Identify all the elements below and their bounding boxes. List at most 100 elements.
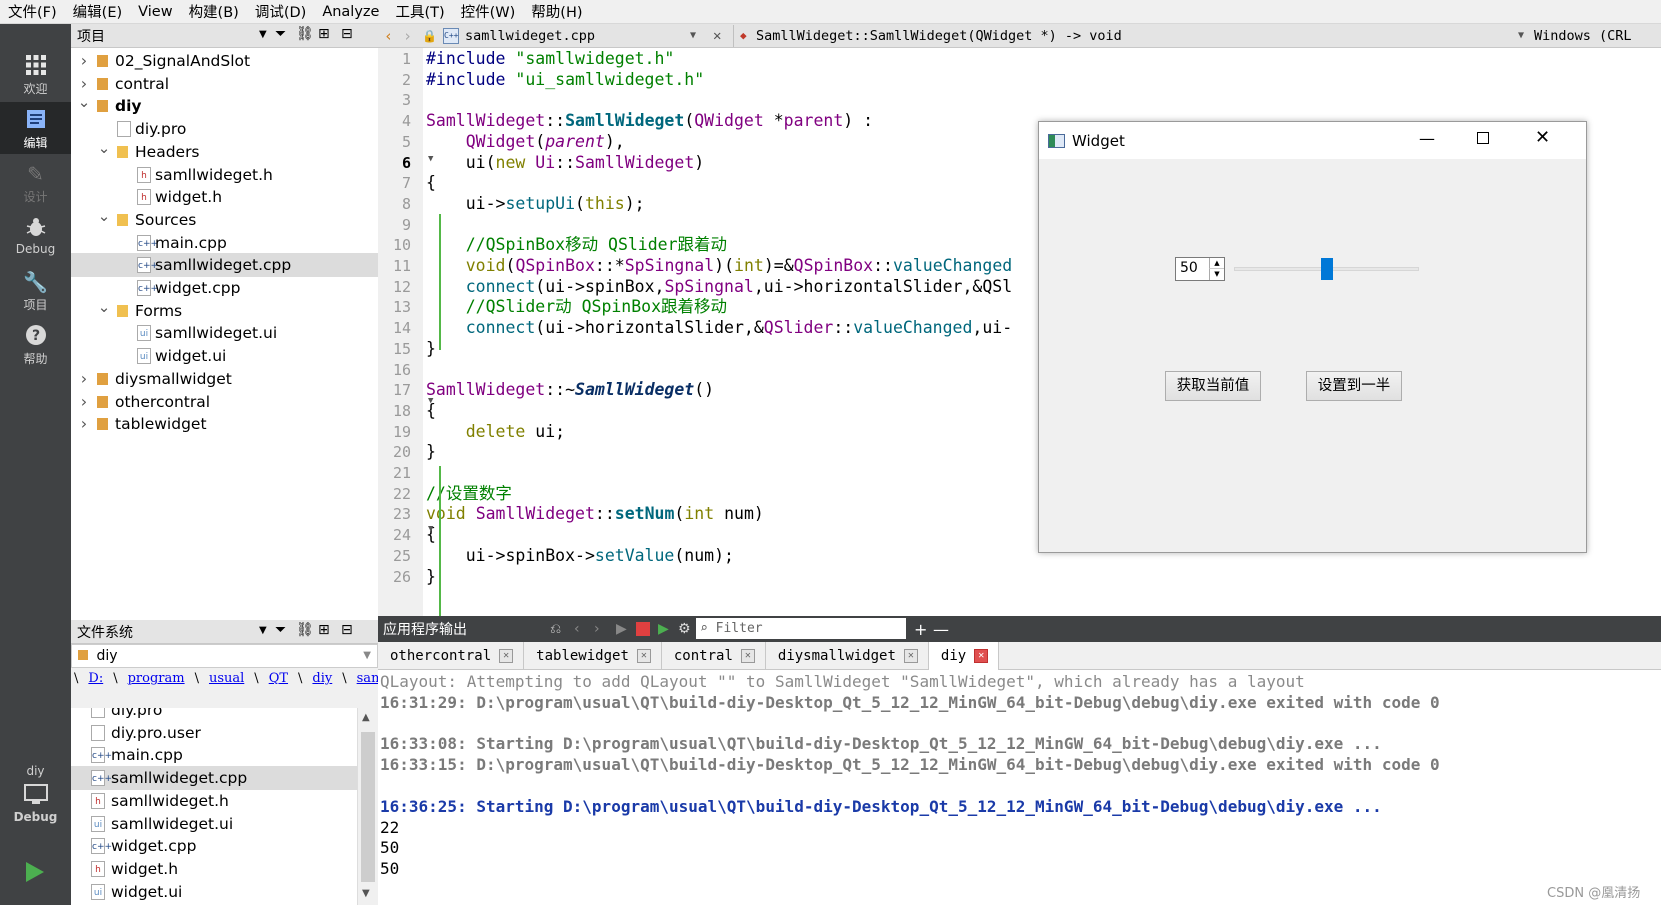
gear-icon[interactable]: ⚙ (678, 621, 691, 637)
close-panel-icon[interactable]: ⊟ (341, 26, 353, 42)
tree-item[interactable]: c++ samllwideget.cpp (71, 253, 378, 278)
fs-file-list[interactable]: diy.pro diy.pro.user c++ main.cpp c++ samllwi… (71, 708, 357, 905)
tree-item[interactable]: › tablewidget (71, 412, 378, 436)
fold-marker-icon[interactable]: ▼ (428, 154, 433, 164)
menu-tools[interactable]: 工具(T) (387, 1, 452, 22)
minimize-icon[interactable]: — (1419, 129, 1435, 148)
close-icon[interactable]: ✕ (974, 649, 989, 663)
menu-help[interactable]: 帮助(H) (523, 1, 590, 22)
line-ending-combo[interactable]: Windows (CRL (1534, 28, 1632, 44)
tree-item[interactable]: ui widget.ui (71, 344, 378, 368)
fs-scrollbar[interactable]: ▲ ▼ (357, 708, 378, 905)
tab-diy[interactable]: diy ✕ (928, 642, 1000, 670)
menu-analyze[interactable]: Analyze (314, 4, 387, 20)
spin-down-icon[interactable]: ▼ (1209, 269, 1224, 280)
next-icon[interactable]: › (594, 621, 600, 637)
zoom-out-icon[interactable]: — (933, 620, 949, 639)
split-icon[interactable]: ⊞ (318, 26, 330, 42)
get-current-value-button[interactable]: 获取当前值 (1165, 371, 1261, 401)
filter-icon[interactable]: ⏷ (275, 26, 286, 42)
symbol-combo[interactable]: SamllWideget::SamllWideget(QWidget *) ->… (756, 28, 1122, 44)
run-icon[interactable] (24, 860, 46, 888)
fs-link-icon[interactable]: ⛓ (296, 622, 314, 638)
mode-welcome[interactable]: 欢迎 (0, 48, 71, 100)
menu-edit[interactable]: 编辑(E) (65, 1, 130, 22)
tree-item[interactable]: c++ main.cpp (71, 231, 378, 255)
tree-item[interactable]: h widget.h (71, 185, 378, 209)
close-icon[interactable]: ✕ (499, 649, 514, 663)
mode-help[interactable]: ? 帮助 (0, 318, 71, 370)
fold-marker-icon[interactable]: ▼ (428, 396, 433, 406)
horizontal-slider[interactable] (1234, 258, 1419, 280)
tree-item[interactable]: › othercontral (71, 390, 378, 414)
tree-item[interactable]: › 02_SignalAndSlot (71, 49, 378, 73)
list-item[interactable]: ui samllwideget.ui (71, 812, 357, 836)
nav-forward-icon[interactable]: › (403, 27, 412, 45)
nav-back-icon[interactable]: ‹ (384, 27, 393, 45)
mode-design[interactable]: ✎ 设计 (0, 156, 71, 208)
list-item[interactable]: c++ widget.cpp (71, 834, 357, 858)
close-icon[interactable]: ✕ (740, 649, 755, 663)
set-to-half-button[interactable]: 设置到一半 (1306, 371, 1402, 401)
chevron-right-icon[interactable]: › (77, 49, 91, 73)
tree-item[interactable]: ⌄ Headers (71, 139, 378, 164)
tab-contral[interactable]: contral ✕ (662, 642, 766, 670)
fold-marker-icon[interactable]: ▼ (428, 524, 433, 534)
menu-view[interactable]: View (130, 4, 180, 20)
encoding-dropdown-icon[interactable]: ▼ (1518, 30, 1524, 41)
fs-split-icon[interactable]: ⊞ (318, 622, 330, 638)
close-icon[interactable]: ✕ (636, 649, 651, 663)
tab-othercontral[interactable]: othercontral ✕ (378, 642, 525, 670)
mode-debug[interactable]: Debug (0, 210, 71, 262)
breadcrumb-item[interactable]: D: (88, 671, 103, 686)
breadcrumb-item[interactable]: program (128, 671, 185, 686)
close-icon[interactable]: ✕ (1535, 127, 1550, 148)
tree-item[interactable]: diy.pro (71, 117, 378, 141)
file-dropdown-icon[interactable]: ▼ (690, 30, 696, 41)
clear-output-icon[interactable]: ⎌ (550, 621, 561, 637)
tab-tablewidget[interactable]: tablewidget ✕ (524, 642, 662, 670)
attach-debugger-icon[interactable]: ▶ (658, 621, 669, 637)
list-item[interactable]: h samllwideget.h (71, 789, 357, 813)
tree-item[interactable]: h samllwideget.h (71, 163, 378, 187)
chevron-down-icon[interactable]: ⌄ (97, 295, 111, 319)
chevron-right-icon[interactable]: › (77, 412, 91, 436)
tree-item[interactable]: › contral (71, 72, 378, 96)
chevron-down-icon[interactable]: ⌄ (77, 90, 91, 114)
filter-input[interactable]: ⌕ Filter (696, 618, 906, 639)
link-icon[interactable]: ⛓ (296, 26, 314, 42)
project-tree[interactable]: › 02_SignalAndSlot › contral ⌄ diy diy.pro ⌄ Hea… (71, 48, 378, 620)
project-view-dropdown-icon[interactable]: ▼ (259, 29, 267, 40)
breadcrumb-item[interactable]: usual (209, 671, 244, 686)
chevron-down-icon[interactable]: ⌄ (97, 136, 111, 160)
fs-close-panel-icon[interactable]: ⊟ (341, 622, 353, 638)
spin-box[interactable]: 50 ▲ ▼ (1175, 257, 1225, 281)
breadcrumb-item[interactable]: QT (269, 671, 288, 686)
maximize-icon[interactable] (1477, 132, 1489, 144)
prev-icon[interactable]: ‹ (574, 621, 580, 637)
fs-filter-icon[interactable]: ⏷ (275, 622, 286, 638)
tree-item[interactable]: c++ widget.cpp (71, 276, 378, 300)
chevron-right-icon[interactable]: › (77, 390, 91, 414)
mode-edit[interactable]: 编辑 (0, 102, 71, 154)
list-item[interactable]: c++ samllwideget.cpp (71, 766, 357, 791)
tree-item[interactable]: ui samllwideget.ui (71, 321, 378, 345)
menu-file[interactable]: 文件(F) (0, 1, 65, 22)
tree-item[interactable]: ⌄ Forms (71, 298, 378, 323)
close-icon[interactable]: ✕ (903, 649, 918, 663)
zoom-in-icon[interactable]: + (914, 620, 927, 639)
current-file-combo[interactable]: samllwideget.cpp (465, 28, 595, 44)
list-item[interactable]: ui widget.ui (71, 880, 357, 904)
list-item[interactable]: h widget.h (71, 857, 357, 881)
fs-view-dropdown-icon[interactable]: ▼ (259, 625, 267, 636)
tree-item[interactable]: ⌄ Sources (71, 207, 378, 232)
stop-icon[interactable] (636, 622, 650, 636)
tree-item[interactable]: ⌄ diy (71, 93, 378, 118)
menu-controls[interactable]: 控件(W) (453, 1, 524, 22)
list-item[interactable]: c++ main.cpp (71, 743, 357, 767)
mode-projects[interactable]: 🔧 项目 (0, 264, 71, 316)
breadcrumb-item[interactable]: diy (312, 671, 332, 686)
list-item[interactable]: diy.pro.user (71, 721, 357, 745)
spin-up-icon[interactable]: ▲ (1209, 258, 1224, 269)
close-file-icon[interactable]: ✕ (713, 28, 721, 44)
